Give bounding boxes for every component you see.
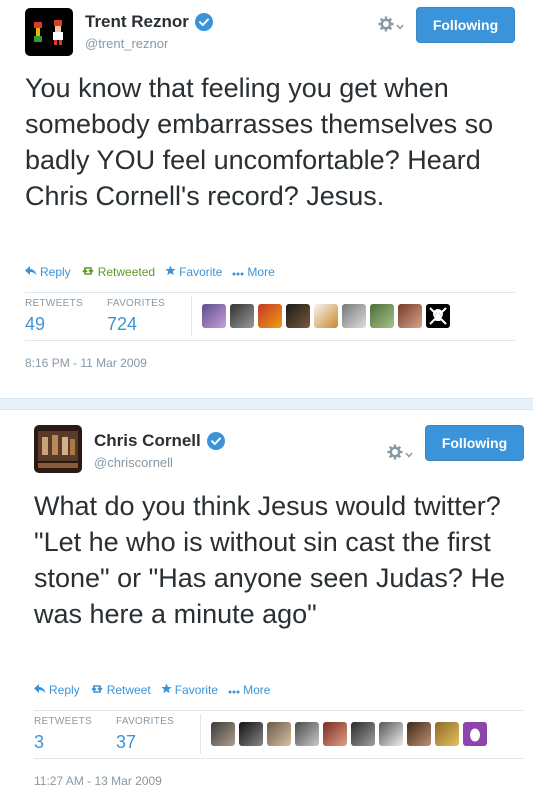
divider <box>25 292 515 293</box>
favoriters-avatars <box>211 722 487 746</box>
favorites-label: FAVORITES <box>116 716 175 727</box>
favoriters-avatars <box>202 304 450 328</box>
favorites-count: 724 <box>107 314 138 334</box>
divider <box>200 714 201 754</box>
more-label: More <box>247 265 275 279</box>
reply-label: Reply <box>40 265 71 279</box>
star-icon <box>161 683 172 697</box>
retweets-stat[interactable]: RETWEETS 3 <box>34 716 92 753</box>
tweet: Trent Reznor @trent_reznor Following You… <box>0 0 533 398</box>
tweet: Chris Cornell @chriscornell Following Wh… <box>0 410 533 796</box>
display-name-text: Chris Cornell <box>94 431 201 450</box>
following-button[interactable]: Following <box>416 7 515 43</box>
favorites-count: 37 <box>116 732 137 752</box>
avatar[interactable] <box>267 722 291 746</box>
more-button[interactable]: More <box>228 683 270 697</box>
avatar[interactable] <box>314 304 338 328</box>
avatar[interactable] <box>258 304 282 328</box>
chevron-down-icon <box>405 447 413 461</box>
tweet-actions: Reply Retweeted Favorite More <box>25 265 275 279</box>
avatar[interactable] <box>398 304 422 328</box>
username[interactable]: @chriscornell <box>94 455 173 470</box>
user-actions-menu[interactable] <box>378 16 404 35</box>
verified-badge-icon <box>206 432 225 450</box>
avatar[interactable] <box>34 425 82 473</box>
retweets-label: RETWEETS <box>34 716 92 727</box>
avatar[interactable] <box>379 722 403 746</box>
favorites-stat[interactable]: FAVORITES 724 <box>107 298 165 335</box>
retweet-button[interactable]: Retweeted <box>81 265 155 279</box>
favorite-label: Favorite <box>174 683 219 697</box>
username[interactable]: @trent_reznor <box>85 36 168 51</box>
avatar[interactable] <box>211 722 235 746</box>
avatar[interactable] <box>202 304 226 328</box>
display-name-text: Trent Reznor <box>85 12 189 31</box>
more-label: More <box>243 683 271 697</box>
verified-badge-icon <box>194 13 213 31</box>
egg-avatar-icon[interactable] <box>463 722 487 746</box>
avatar[interactable] <box>342 304 366 328</box>
favorites-stat[interactable]: FAVORITES 37 <box>116 716 174 753</box>
chevron-down-icon <box>396 19 404 33</box>
reply-label: Reply <box>49 683 80 697</box>
display-name[interactable]: Chris Cornell <box>94 431 225 451</box>
divider <box>25 340 515 341</box>
avatar[interactable] <box>323 722 347 746</box>
avatar[interactable] <box>286 304 310 328</box>
retweets-label: RETWEETS <box>25 298 83 309</box>
skull-avatar-icon[interactable] <box>426 304 450 328</box>
tweet-text: You know that feeling you get when someb… <box>25 73 494 211</box>
gear-icon <box>387 444 403 463</box>
avatar[interactable] <box>295 722 319 746</box>
favorites-label: FAVORITES <box>107 298 166 309</box>
avatar[interactable] <box>351 722 375 746</box>
avatar[interactable] <box>435 722 459 746</box>
tweet-timestamp[interactable]: 11:27 AM - 13 Mar 2009 <box>34 774 162 788</box>
user-actions-menu[interactable] <box>387 444 413 463</box>
retweet-label: Retweeted <box>97 265 156 279</box>
retweet-icon <box>81 265 95 279</box>
tweet-separator <box>0 398 533 410</box>
more-dots-icon <box>228 683 240 697</box>
favorite-label: Favorite <box>179 265 223 279</box>
avatar[interactable] <box>239 722 263 746</box>
reply-icon <box>34 683 46 697</box>
retweets-count: 3 <box>34 732 45 752</box>
display-name[interactable]: Trent Reznor <box>85 12 213 32</box>
retweets-stat[interactable]: RETWEETS 49 <box>25 298 83 335</box>
favorite-button[interactable]: Favorite <box>165 265 222 279</box>
retweet-icon <box>90 683 104 697</box>
tweet-actions: Reply Retweet Favorite More <box>34 683 270 697</box>
tweet-timestamp[interactable]: 8:16 PM - 11 Mar 2009 <box>25 356 147 370</box>
reply-icon <box>25 265 37 279</box>
more-dots-icon <box>232 265 244 279</box>
divider <box>34 710 524 711</box>
retweet-label: Retweet <box>106 683 151 697</box>
more-button[interactable]: More <box>232 265 275 279</box>
tweet-text: What do you think Jesus would twitter? "… <box>34 491 505 629</box>
avatar[interactable] <box>407 722 431 746</box>
divider <box>191 296 192 336</box>
star-icon <box>165 265 176 279</box>
avatar[interactable] <box>230 304 254 328</box>
favorite-button[interactable]: Favorite <box>161 683 218 697</box>
reply-button[interactable]: Reply <box>25 265 71 279</box>
retweets-count: 49 <box>25 314 46 334</box>
reply-button[interactable]: Reply <box>34 683 80 697</box>
gear-icon <box>378 16 394 35</box>
avatar[interactable] <box>370 304 394 328</box>
avatar[interactable] <box>25 8 73 56</box>
divider <box>34 758 524 759</box>
following-button[interactable]: Following <box>425 425 524 461</box>
retweet-button[interactable]: Retweet <box>90 683 151 697</box>
